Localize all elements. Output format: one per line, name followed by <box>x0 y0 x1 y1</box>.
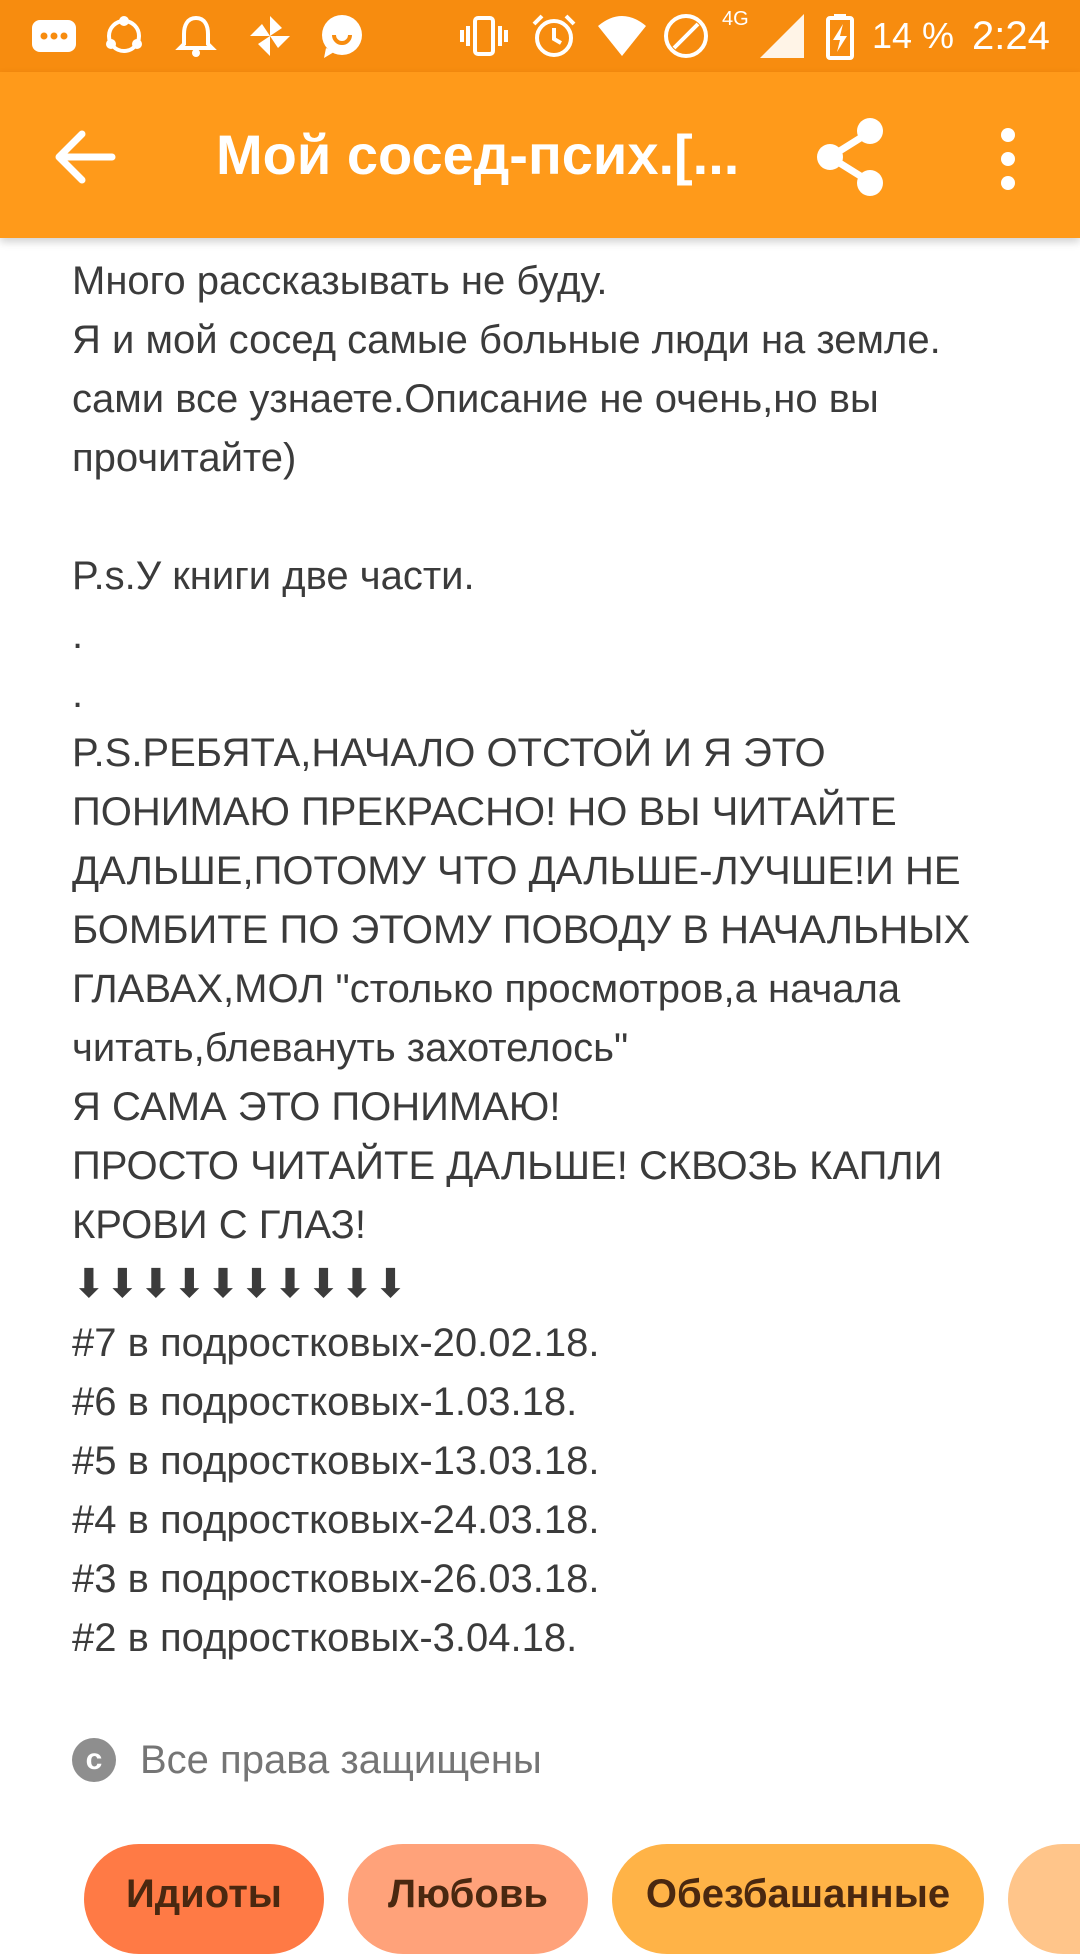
more-options-button[interactable] <box>980 116 1036 202</box>
description-line: #6 в подростковых-1.03.18. <box>72 1380 578 1424</box>
description-line: Я и мой сосед самые больные люди на земл… <box>72 318 941 362</box>
description-line: сами все узнаете.Описание не очень,но вы <box>72 377 879 421</box>
description-line: ⬇⬇⬇⬇⬇⬇⬇⬇⬇⬇ <box>72 1262 408 1306</box>
tag-chip[interactable] <box>1008 1844 1080 1954</box>
status-bar: 4G 14 % 2:24 <box>0 0 1080 72</box>
sync-icon <box>98 10 150 62</box>
bell-icon <box>170 10 222 62</box>
messages-icon <box>28 10 80 62</box>
network-type-label: 4G <box>722 8 749 30</box>
tag-chip[interactable]: Любовь <box>348 1844 588 1954</box>
description-line: #4 в подростковых-24.03.18. <box>72 1498 600 1542</box>
description-line: ПРОСТО ЧИТАЙТЕ ДАЛЬШЕ! СКВОЗЬ КАПЛИ <box>72 1144 943 1188</box>
description-line: #2 в подростковых-3.04.18. <box>72 1616 578 1660</box>
pinwheel-icon <box>244 10 296 62</box>
tag-list: Идиоты Любовь Обезбашанные <box>84 1844 1080 1954</box>
copyright-icon: c <box>72 1738 116 1782</box>
description-line: ГЛАВАХ,МОЛ "столько просмотров,а начала <box>72 967 901 1011</box>
dnd-icon <box>660 10 712 62</box>
description-line: Много рассказывать не буду. <box>72 259 608 303</box>
tag-chip[interactable]: Обезбашанные <box>612 1844 984 1954</box>
description-line: P.S.РЕБЯТА,НАЧАЛО ОТСТОЙ И Я ЭТО <box>72 731 826 775</box>
description-line: читать,блевануть захотелось" <box>72 1026 629 1070</box>
share-icon <box>817 118 883 196</box>
description-line: #7 в подростковых-20.02.18. <box>72 1321 600 1365</box>
copyright-notice: c Все права защищены <box>72 1732 542 1788</box>
copyright-text: Все права защищены <box>140 1737 542 1782</box>
description-line: ПОНИМАЮ ПРЕКРАСНО! НО ВЫ ЧИТАЙТЕ <box>72 790 897 834</box>
alarm-icon <box>528 10 580 62</box>
description-line: ДАЛЬШЕ,ПОТОМУ ЧТО ДАЛЬШЕ-ЛУЧШЕ!И НЕ <box>72 849 961 893</box>
signal-icon <box>756 10 808 62</box>
description-line: P.s.У книги две части. <box>72 554 475 598</box>
description-line: прочитайте) <box>72 436 297 480</box>
description-line: БОМБИТЕ ПО ЭТОМУ ПОВОДУ В НАЧАЛЬНЫХ <box>72 908 971 952</box>
description-line: #5 в подростковых-13.03.18. <box>72 1439 600 1483</box>
description-line <box>72 488 1032 547</box>
description-line: . <box>72 672 84 716</box>
description-line: . <box>72 613 84 657</box>
share-button[interactable] <box>808 114 894 200</box>
status-time: 2:24 <box>972 14 1050 58</box>
chat-icon <box>316 10 368 62</box>
battery-percent: 14 % <box>872 15 955 56</box>
description-line: #3 в подростковых-26.03.18. <box>72 1557 600 1601</box>
story-description: Много рассказывать не буду. Я и мой сосед… <box>72 252 1032 1668</box>
battery-icon <box>814 10 866 62</box>
tag-chip[interactable]: Идиоты <box>84 1844 324 1954</box>
page-title: Мой сосед-псих.[... <box>216 123 740 186</box>
wifi-icon <box>596 10 648 62</box>
app-bar: Мой сосед-псих.[... <box>0 72 1080 238</box>
description-line: Я САМА ЭТО ПОНИМАЮ! <box>72 1085 561 1129</box>
arrow-left-icon <box>55 130 116 184</box>
more-vert-icon <box>1001 128 1015 190</box>
back-button[interactable] <box>40 112 130 202</box>
description-line: КРОВИ С ГЛАЗ! <box>72 1203 366 1247</box>
vibrate-icon <box>458 10 510 62</box>
